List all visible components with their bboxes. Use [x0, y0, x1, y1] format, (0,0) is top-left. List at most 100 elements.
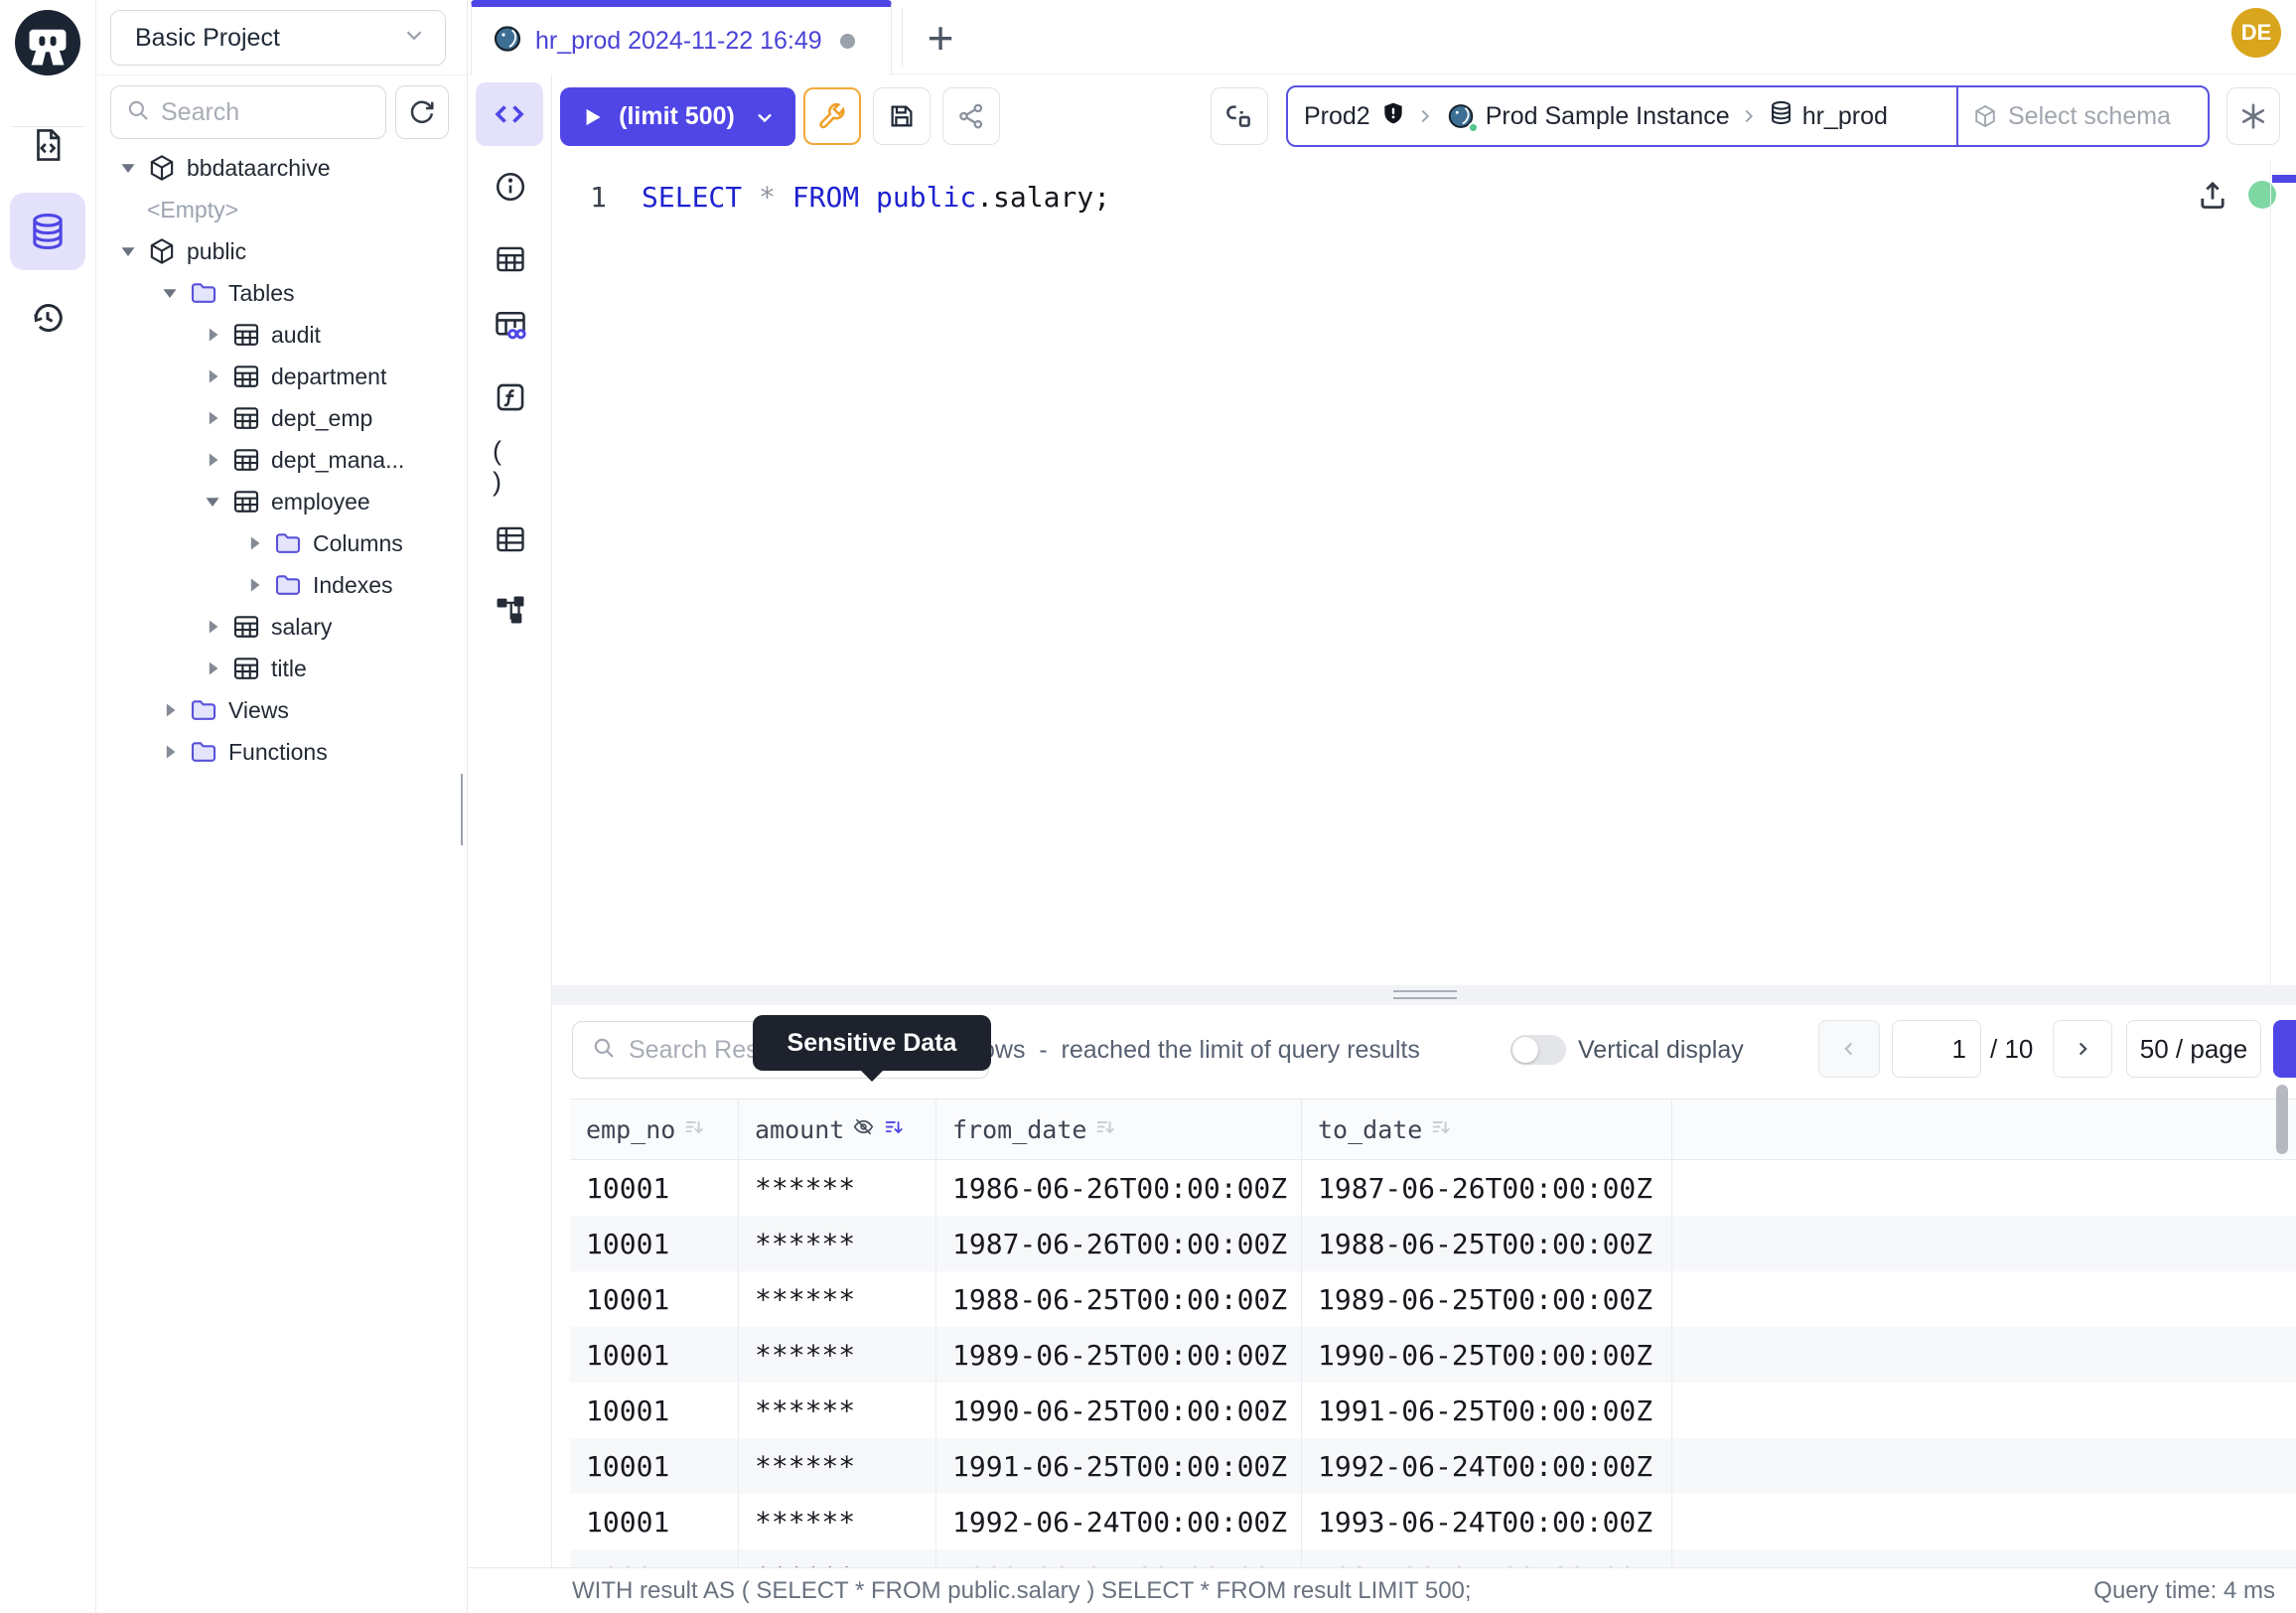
table-row: 10001******1986-06-26T00:00:00Z1987-06-2… — [570, 1160, 2296, 1216]
caret-right-icon[interactable] — [157, 697, 183, 723]
caret-right-icon[interactable] — [241, 572, 267, 598]
column-header-amount[interactable]: amount — [739, 1100, 936, 1159]
tree-item[interactable]: Views — [97, 689, 467, 731]
caret-right-icon[interactable] — [200, 322, 225, 348]
table-cell-filler — [1672, 1271, 2296, 1327]
caret-down-icon[interactable] — [115, 238, 141, 264]
new-tab-button[interactable]: + — [910, 10, 971, 66]
table-icon — [231, 403, 261, 433]
sort-icon[interactable] — [883, 1115, 905, 1144]
project-selector-label: Basic Project — [135, 24, 280, 53]
tree-item[interactable]: Tables — [97, 272, 467, 314]
tree-item[interactable]: Columns — [97, 522, 467, 564]
page-size-select[interactable]: 50 / page — [2126, 1020, 2261, 1078]
sql-statement[interactable]: SELECT * FROM public.salary; — [642, 181, 1110, 214]
table-row: 10001******1987-06-26T00:00:00Z1988-06-2… — [570, 1216, 2296, 1271]
table-cell-filler — [1672, 1438, 2296, 1494]
admin-wrench-button[interactable] — [803, 87, 861, 145]
tree-search-input[interactable] — [161, 98, 359, 127]
vertical-display-toggle[interactable] — [1510, 1035, 1566, 1065]
tree-item[interactable]: dept_mana... — [97, 439, 467, 481]
caret-down-icon[interactable] — [157, 280, 183, 306]
worksheet-icon[interactable] — [28, 125, 68, 165]
panel-divider[interactable] — [552, 985, 2296, 1005]
parentheses-icon[interactable]: ( ) — [493, 449, 528, 485]
refresh-button[interactable] — [395, 85, 449, 139]
schema-icon — [147, 236, 177, 266]
avatar[interactable]: DE — [2231, 8, 2281, 58]
table-cell: ****** — [739, 1271, 936, 1327]
upload-icon[interactable] — [2196, 179, 2229, 218]
history-icon[interactable] — [28, 298, 68, 338]
column-header-emp_no[interactable]: emp_no — [570, 1100, 739, 1159]
table-cell: 10001 — [570, 1216, 739, 1271]
sort-icon[interactable] — [1430, 1115, 1452, 1144]
column-header-to_date[interactable]: to_date — [1302, 1100, 1672, 1159]
tree-item[interactable]: audit — [97, 314, 467, 356]
table-data-search-icon[interactable] — [493, 308, 528, 344]
tree-item[interactable]: Functions — [97, 731, 467, 773]
ai-assistant-button[interactable] — [2226, 87, 2280, 145]
table-icon — [231, 445, 261, 475]
divider-grip-icon[interactable] — [1393, 990, 1457, 999]
caret-right-icon[interactable] — [200, 656, 225, 681]
table-row: 10001******1993-06-24T00:00:00Z1994-06-2… — [570, 1549, 2296, 1567]
caret-right-icon[interactable] — [200, 364, 225, 389]
table-icon — [231, 487, 261, 516]
tree-item[interactable]: public — [97, 230, 467, 272]
save-button[interactable] — [873, 87, 931, 145]
share-icon — [956, 101, 986, 131]
code-panel-toggle[interactable] — [476, 82, 543, 146]
info-icon[interactable] — [493, 169, 528, 205]
prev-page-button[interactable] — [1818, 1020, 1880, 1078]
search-icon — [125, 97, 151, 128]
run-query-button[interactable]: (limit 500) — [560, 87, 795, 146]
tree-item[interactable]: Indexes — [97, 564, 467, 606]
share-button[interactable] — [942, 87, 1000, 145]
next-page-button[interactable] — [2053, 1020, 2112, 1078]
table-cell: 1990-06-25T00:00:00Z — [1302, 1327, 1672, 1383]
tree-item[interactable]: salary — [97, 606, 467, 648]
select-schema[interactable]: Select schema — [1956, 87, 2208, 145]
database-label: hr_prod — [1802, 102, 1888, 131]
caret-right-icon[interactable] — [157, 739, 183, 765]
column-header-from_date[interactable]: from_date — [936, 1100, 1302, 1159]
table-cell: ****** — [739, 1327, 936, 1383]
sort-icon[interactable] — [1094, 1115, 1116, 1144]
project-selector[interactable]: Basic Project — [110, 10, 446, 66]
table-list-icon[interactable] — [493, 521, 528, 557]
schema-diagram-icon[interactable] — [493, 592, 528, 628]
caret-right-icon[interactable] — [200, 405, 225, 431]
tree-item[interactable]: bbdataarchive — [97, 147, 467, 189]
caret-right-icon[interactable] — [200, 447, 225, 473]
page-number-input[interactable] — [1892, 1020, 1981, 1078]
sql-editor[interactable]: 1 SELECT * FROM public.salary; — [552, 159, 2296, 985]
bytebase-logo-icon[interactable] — [15, 10, 80, 75]
eye-off-icon[interactable] — [852, 1115, 875, 1144]
function-icon[interactable] — [493, 379, 528, 415]
database-nav-active[interactable] — [10, 193, 85, 270]
caret-down-icon[interactable] — [115, 155, 141, 181]
export-button[interactable] — [2273, 1020, 2296, 1078]
tree-item[interactable]: dept_emp — [97, 397, 467, 439]
tree-search[interactable] — [110, 85, 386, 139]
caret-right-icon[interactable] — [241, 530, 267, 556]
sql-token: * — [759, 181, 776, 214]
caret-down-icon[interactable] — [200, 489, 225, 514]
tree-item-label: Views — [228, 697, 289, 724]
tab-active[interactable]: hr_prod 2024-11-22 16:49 — [471, 0, 892, 75]
tree-item[interactable]: <Empty> — [97, 189, 467, 230]
sort-icon[interactable] — [683, 1115, 705, 1144]
connection-button[interactable] — [1211, 87, 1268, 145]
connection-breadcrumb[interactable]: Prod2 Prod Sample Instance hr_prod Selec — [1286, 85, 2210, 147]
tree-item[interactable]: employee — [97, 481, 467, 522]
table-cell-filler — [1672, 1494, 2296, 1549]
tree-item[interactable]: title — [97, 648, 467, 689]
tree-item[interactable]: department — [97, 356, 467, 397]
editor-scroll-thumb[interactable] — [2272, 175, 2296, 183]
results-scrollbar-thumb[interactable] — [2276, 1085, 2288, 1154]
table-info-icon[interactable] — [493, 241, 528, 277]
caret-right-icon[interactable] — [200, 614, 225, 640]
results-body: 10001******1986-06-26T00:00:00Z1987-06-2… — [570, 1160, 2296, 1567]
chevron-down-icon — [753, 105, 777, 129]
